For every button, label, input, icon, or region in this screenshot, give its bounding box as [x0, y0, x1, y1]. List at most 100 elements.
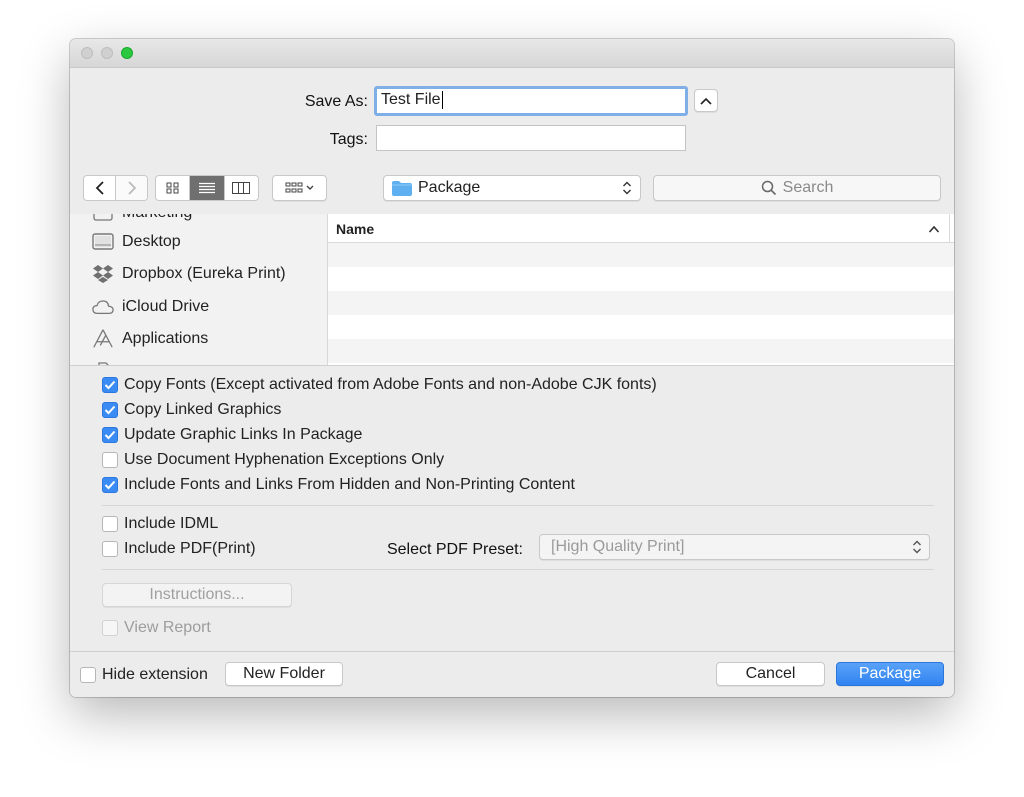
pdf-preset-select[interactable]: [High Quality Print] [539, 534, 930, 560]
update-graphic-links-checkbox[interactable]: Update Graphic Links In Package [102, 426, 362, 444]
list-row [328, 339, 954, 363]
save-as-field[interactable]: Test File [374, 86, 688, 116]
text-caret [441, 90, 443, 109]
minimize-window-button[interactable] [101, 47, 113, 59]
location-label: Package [418, 179, 481, 196]
include-idml-label: Include IDML [124, 515, 219, 532]
list-row [328, 243, 954, 267]
arrange-menu-button[interactable] [272, 175, 327, 201]
pdf-preset-label: Select PDF Preset: [386, 541, 523, 558]
include-idml-checkbox[interactable]: Include IDML [102, 515, 218, 533]
include-hidden-checkbox[interactable]: Include Fonts and Links From Hidden and … [102, 476, 575, 494]
use-hyphenation-label: Use Document Hyphenation Exceptions Only [124, 451, 445, 468]
package-options-panel: Copy Fonts (Except activated from Adobe … [70, 365, 954, 652]
view-mode-control [155, 175, 259, 201]
list-row [328, 291, 954, 315]
column-divider [949, 214, 950, 242]
name-column-header[interactable]: Name [328, 214, 954, 243]
close-window-button[interactable] [81, 47, 93, 59]
chevron-left-icon [95, 181, 104, 195]
sidebar-item-dropbox[interactable]: Dropbox (Eureka Print) [92, 262, 286, 286]
copy-linked-graphics-label: Copy Linked Graphics [124, 401, 282, 418]
sort-ascending-icon [928, 225, 940, 233]
zoom-window-button[interactable] [121, 47, 133, 59]
new-folder-button[interactable]: New Folder [225, 662, 343, 686]
list-row [328, 315, 954, 339]
folder-icon [92, 214, 114, 223]
icon-view-button[interactable] [156, 176, 191, 200]
list-icon [198, 182, 215, 194]
sidebar-item-label: iCloud Drive [122, 298, 210, 315]
column-view-button[interactable] [225, 176, 258, 200]
up-down-chevron-icon [623, 181, 631, 195]
checkbox-unchecked-icon [102, 516, 118, 532]
include-hidden-label: Include Fonts and Links From Hidden and … [124, 476, 575, 493]
divider [102, 505, 934, 506]
cloud-icon [92, 297, 114, 317]
include-pdf-label: Include PDF(Print) [124, 540, 256, 557]
list-row [328, 267, 954, 291]
name-column-label: Name [336, 221, 375, 237]
package-button[interactable]: Package [836, 662, 944, 686]
sidebar-item-applications[interactable]: Applications [92, 327, 208, 351]
chevron-up-icon [700, 97, 712, 105]
collapse-dialog-button[interactable] [694, 89, 718, 112]
view-report-label: View Report [124, 619, 211, 636]
list-view-button[interactable] [190, 176, 225, 200]
sidebar-item-marketing[interactable]: Marketing [92, 214, 192, 225]
checkbox-unchecked-icon [102, 541, 118, 557]
hide-extension-label: Hide extension [102, 666, 208, 683]
divider [102, 569, 934, 570]
checkbox-checked-icon [102, 402, 118, 418]
save-as-label: Save As: [304, 93, 368, 110]
location-popup[interactable]: Package [383, 175, 641, 201]
dialog-footer: Hide extension New Folder Cancel Package [70, 651, 954, 697]
checkbox-checked-icon [102, 377, 118, 393]
sidebar-item-label: Dropbox (Eureka Print) [122, 265, 286, 282]
grid-icon [166, 182, 179, 194]
sidebar: Marketing Desktop Dropbox (Eureka Print)… [70, 214, 328, 365]
use-hyphenation-checkbox[interactable]: Use Document Hyphenation Exceptions Only [102, 451, 444, 469]
copy-fonts-label: Copy Fonts (Except activated from Adobe … [124, 376, 657, 393]
folder-icon [392, 180, 412, 196]
include-pdf-checkbox[interactable]: Include PDF(Print) [102, 540, 256, 558]
dropbox-icon [92, 264, 114, 284]
hide-extension-checkbox[interactable]: Hide extension [80, 666, 208, 684]
desktop-icon [92, 232, 114, 252]
sidebar-item-desktop[interactable]: Desktop [92, 230, 181, 254]
tags-label: Tags: [329, 131, 368, 148]
cancel-button[interactable]: Cancel [716, 662, 825, 686]
columns-icon [232, 182, 251, 194]
checkbox-unchecked-icon [102, 452, 118, 468]
applications-icon [92, 329, 114, 349]
checkbox-disabled-icon [102, 620, 118, 636]
search-field[interactable]: Search [653, 175, 941, 201]
package-save-dialog: Save As: Test File Tags: Package Search … [70, 39, 954, 697]
checkbox-unchecked-icon [80, 667, 96, 683]
sidebar-item-label: Desktop [122, 233, 181, 250]
forward-button[interactable] [116, 176, 147, 200]
back-button[interactable] [84, 176, 116, 200]
sidebar-item-label: Applications [122, 330, 209, 347]
instructions-button[interactable]: Instructions... [102, 583, 292, 607]
back-forward-control [83, 175, 148, 201]
copy-linked-graphics-checkbox[interactable]: Copy Linked Graphics [102, 401, 281, 419]
view-report-checkbox[interactable]: View Report [102, 619, 211, 637]
file-list: Name [328, 214, 954, 365]
checkbox-checked-icon [102, 477, 118, 493]
sidebar-item-label: Marketing [122, 214, 192, 222]
save-as-value: Test File [381, 91, 441, 108]
tags-field[interactable] [376, 125, 686, 151]
update-graphic-links-label: Update Graphic Links In Package [124, 426, 363, 443]
up-down-chevron-icon [913, 540, 921, 554]
arrange-icon [285, 182, 313, 193]
sidebar-item-icloud[interactable]: iCloud Drive [92, 295, 209, 319]
copy-fonts-checkbox[interactable]: Copy Fonts (Except activated from Adobe … [102, 376, 657, 394]
checkbox-checked-icon [102, 427, 118, 443]
chevron-right-icon [127, 181, 136, 195]
search-placeholder: Search [782, 179, 834, 196]
pdf-preset-value: [High Quality Print] [551, 538, 685, 555]
sidebar-item-partial [92, 358, 122, 365]
search-icon [761, 180, 776, 196]
title-bar [70, 39, 954, 68]
